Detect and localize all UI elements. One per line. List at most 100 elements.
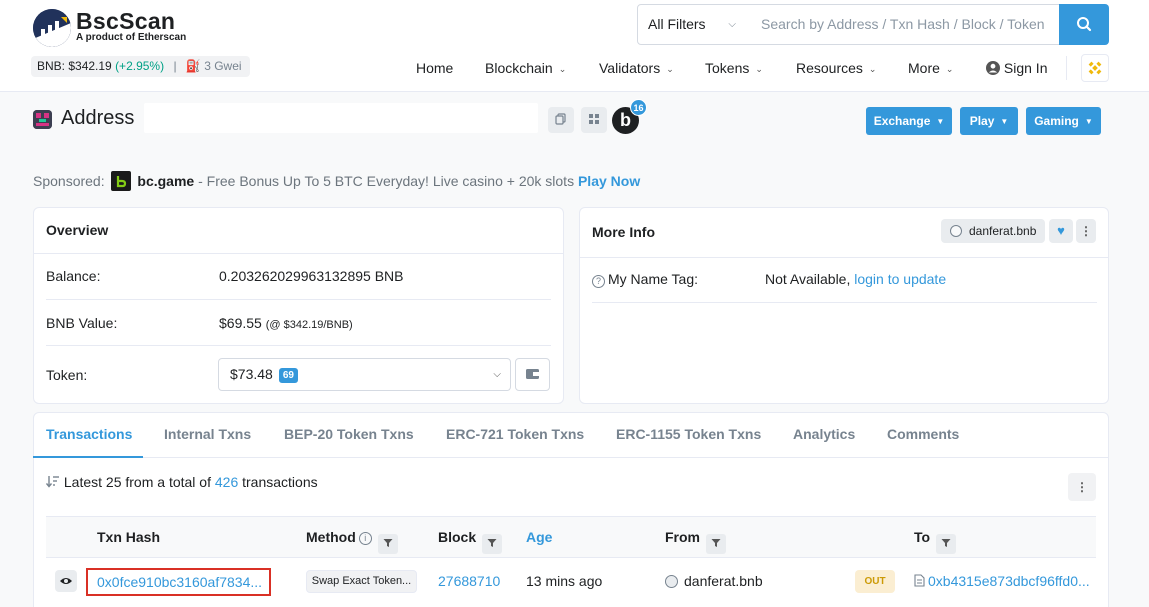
watchlist-button[interactable]: ♥ bbox=[1049, 219, 1073, 243]
search-filter-select[interactable]: All Filters ⌵ bbox=[637, 4, 751, 45]
nav-blockchain-label: Blockchain bbox=[485, 60, 553, 76]
more-info-title: More Info bbox=[592, 224, 655, 240]
play-button[interactable]: Play ▼ bbox=[960, 107, 1018, 135]
brand-name[interactable]: BscScan bbox=[76, 8, 175, 35]
from-address[interactable]: danferat.bnb bbox=[665, 573, 763, 589]
filter-icon bbox=[711, 539, 721, 547]
name-tag-status: Not Available, bbox=[765, 271, 851, 287]
balance-value: 0.203262029963132895 BNB bbox=[219, 268, 404, 284]
preview-txn-button[interactable] bbox=[55, 570, 77, 592]
address-value bbox=[144, 103, 538, 133]
chevron-down-icon: ⌄ bbox=[755, 64, 763, 74]
token-holdings-dropdown[interactable]: $73.48 69 ⌵ bbox=[218, 358, 511, 391]
info-circle-icon[interactable]: i bbox=[358, 532, 372, 545]
filter-icon bbox=[941, 539, 951, 547]
divider bbox=[34, 457, 1108, 458]
tab-bep20-token-txns[interactable]: BEP-20 Token Txns bbox=[284, 426, 414, 442]
overview-title: Overview bbox=[46, 222, 109, 238]
nav-more[interactable]: More ⌄ bbox=[908, 60, 953, 76]
search-button[interactable] bbox=[1059, 4, 1109, 45]
divider bbox=[580, 257, 1108, 258]
method-filter-button[interactable] bbox=[377, 534, 398, 554]
gas-pump-icon: ⛽ bbox=[185, 59, 201, 73]
block-link[interactable]: 27688710 bbox=[438, 573, 500, 589]
nav-tokens[interactable]: Tokens ⌄ bbox=[705, 60, 763, 76]
tab-comments[interactable]: Comments bbox=[887, 426, 959, 442]
nav-home[interactable]: Home bbox=[416, 60, 453, 76]
bnb-network-button[interactable] bbox=[1081, 54, 1109, 82]
bnb-value: $69.55 (@ $342.19/BNB) bbox=[219, 315, 353, 331]
token-value: $73.48 bbox=[230, 366, 273, 382]
qr-code-button[interactable] bbox=[581, 107, 607, 133]
tab-transactions[interactable]: Transactions bbox=[46, 426, 132, 442]
brand-tagline: A product of Etherscan bbox=[76, 32, 187, 43]
search-filter-value: All Filters bbox=[648, 16, 706, 32]
exchange-label: Exchange bbox=[873, 114, 931, 128]
gaming-label: Gaming bbox=[1034, 114, 1079, 128]
bscscan-logo-icon[interactable] bbox=[33, 9, 71, 47]
chevron-down-icon: ▼ bbox=[1084, 117, 1093, 126]
column-from: From bbox=[665, 529, 726, 554]
txn-hash-link[interactable]: 0x0fce910bc3160af7834... bbox=[86, 568, 271, 596]
nav-validators[interactable]: Validators ⌄ bbox=[599, 60, 674, 76]
to-address: 0xb4315e873dbcf96ffd0... bbox=[928, 573, 1090, 589]
qr-code-icon bbox=[589, 114, 599, 124]
search-icon bbox=[1077, 17, 1092, 32]
chevron-down-icon: ⌵ bbox=[493, 369, 501, 380]
sponsor-brand[interactable]: bc.game bbox=[137, 173, 194, 189]
copy-address-button[interactable] bbox=[548, 107, 574, 133]
bnb-price[interactable]: BNB: $342.19 bbox=[37, 59, 112, 73]
bnb-name-pill[interactable]: danferat.bnb bbox=[941, 219, 1045, 243]
divider bbox=[46, 557, 1096, 558]
user-icon bbox=[986, 61, 1000, 75]
method-badge[interactable]: Swap Exact Token... bbox=[306, 570, 417, 593]
chevron-down-icon: ▼ bbox=[936, 117, 945, 126]
ticker-separator: | bbox=[173, 59, 177, 73]
from-filter-button[interactable] bbox=[706, 534, 726, 554]
nav-divider bbox=[1066, 56, 1067, 80]
bc-game-logo-icon[interactable] bbox=[110, 171, 131, 191]
sign-in-label: Sign In bbox=[1003, 60, 1048, 76]
bnb-name: danferat.bnb bbox=[969, 224, 1037, 238]
nav-resources[interactable]: Resources ⌄ bbox=[796, 60, 876, 76]
wallet-icon bbox=[526, 369, 539, 379]
sponsored-banner: Sponsored: bc.game - Free Bonus Up To 5 … bbox=[33, 171, 640, 191]
nav-sign-in[interactable]: Sign In bbox=[986, 60, 1047, 76]
total-transactions-link[interactable]: 426 bbox=[215, 474, 238, 490]
summary-prefix: Latest 25 from a total of bbox=[63, 474, 211, 490]
play-now-link[interactable]: Play Now bbox=[578, 173, 640, 189]
tab-internal-txns[interactable]: Internal Txns bbox=[164, 426, 251, 442]
table-options-button[interactable]: ⋮ bbox=[1068, 473, 1096, 501]
token-label: Token: bbox=[46, 367, 88, 383]
nav-validators-label: Validators bbox=[599, 60, 661, 76]
name-tag-label-text: My Name Tag: bbox=[608, 271, 698, 287]
blockscan-notification-badge: 16 bbox=[630, 99, 647, 116]
tab-erc1155-token-txns[interactable]: ERC-1155 Token Txns bbox=[616, 426, 761, 442]
block-filter-button[interactable] bbox=[482, 534, 503, 554]
address-avatar-icon bbox=[33, 110, 52, 129]
to-address-link[interactable]: 0xb4315e873dbcf96ffd0... bbox=[914, 573, 1090, 589]
column-block: Block bbox=[438, 529, 503, 554]
more-options-button[interactable]: ⋮ bbox=[1076, 219, 1096, 243]
gas-price[interactable]: 3 Gwei bbox=[204, 59, 241, 73]
transactions-summary: Latest 25 from a total of 426 transactio… bbox=[45, 474, 318, 490]
tab-erc721-token-txns[interactable]: ERC-721 Token Txns bbox=[446, 426, 584, 442]
login-to-update-link[interactable]: login to update bbox=[854, 271, 946, 287]
bnb-value-label: BNB Value: bbox=[46, 315, 118, 331]
to-filter-button[interactable] bbox=[936, 534, 957, 554]
filter-icon bbox=[383, 539, 393, 547]
exchange-button[interactable]: Exchange ▼ bbox=[866, 107, 952, 135]
copy-icon bbox=[555, 113, 566, 125]
column-method-label: Method bbox=[306, 529, 356, 545]
txn-age: 13 mins ago bbox=[526, 573, 603, 589]
balance-label: Balance: bbox=[46, 268, 101, 284]
tab-analytics[interactable]: Analytics bbox=[793, 426, 855, 442]
nav-blockchain[interactable]: Blockchain ⌄ bbox=[485, 60, 566, 76]
filter-icon bbox=[487, 539, 497, 547]
bnb-value-amount: $69.55 bbox=[219, 315, 262, 331]
more-vertical-icon: ⋮ bbox=[1076, 480, 1088, 494]
column-age-toggle[interactable]: Age bbox=[526, 529, 552, 545]
search-input[interactable]: Search by Address / Txn Hash / Block / T… bbox=[750, 4, 1060, 45]
token-holdings-button[interactable] bbox=[515, 358, 550, 391]
gaming-button[interactable]: Gaming ▼ bbox=[1026, 107, 1101, 135]
